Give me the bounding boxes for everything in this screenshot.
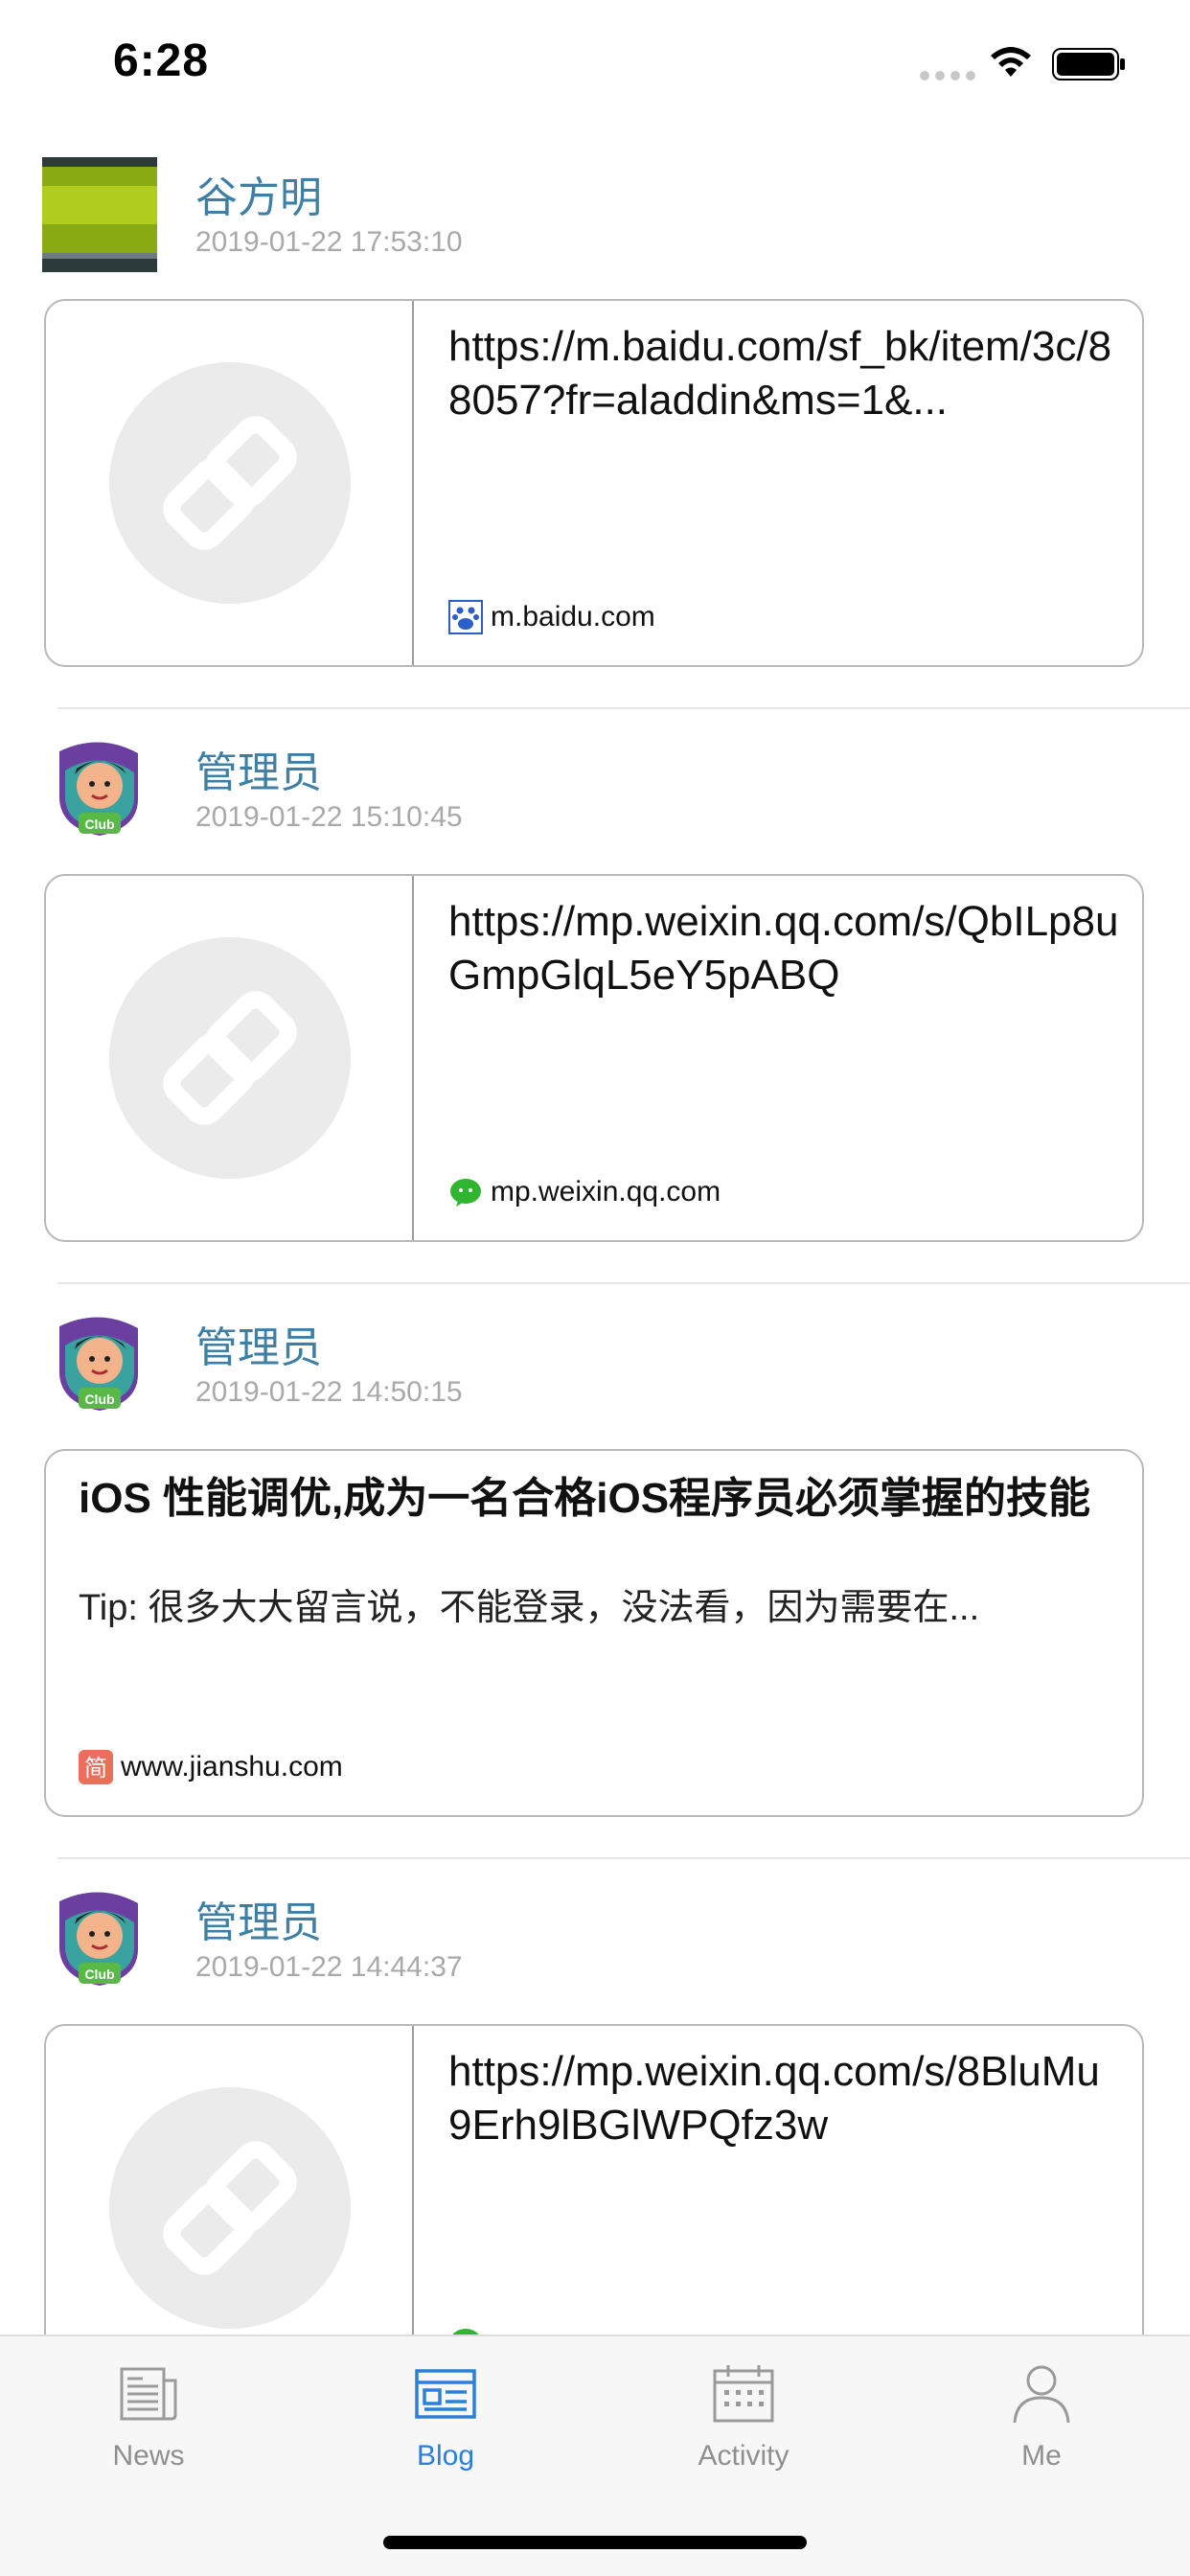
avatar[interactable]: Club [42, 732, 157, 847]
tab-news[interactable]: News [53, 2359, 244, 2472]
status-time: 6:28 [113, 35, 210, 86]
link-card[interactable]: https://mp.weixin.qq.com/s/QbILp8uGmpGlq… [44, 874, 1144, 1242]
link-url: https://mp.weixin.qq.com/s/QbILp8uGmpGlq… [448, 898, 1119, 999]
article-title: iOS 性能调优,成为一名合格iOS程序员必须掌握的技能 [79, 1475, 1091, 1522]
link-thumbnail [46, 2026, 414, 2334]
post-item[interactable]: Club 管理员 2019-01-22 14:50:15 iOS 性能调优,成为… [0, 1284, 1190, 1859]
post-timestamp: 2019-01-22 15:10:45 [195, 801, 463, 833]
post-timestamp: 2019-01-22 14:44:37 [195, 1951, 463, 1983]
post-timestamp: 2019-01-22 14:50:15 [195, 1376, 463, 1408]
blog-feed[interactable]: 谷方明 2019-01-22 17:53:10 https://m.baidu.… [0, 134, 1190, 2334]
author-name[interactable]: 管理员 [195, 1313, 322, 1374]
link-icon [163, 991, 297, 1125]
link-url: https://m.baidu.com/sf_bk/item/3c/88057?… [448, 323, 1112, 424]
author-name[interactable]: 谷方明 [195, 163, 322, 224]
link-thumbnail [46, 876, 414, 1240]
source-domain: mp.weixin.qq.com [491, 1176, 721, 1208]
tab-label: News [112, 2440, 185, 2472]
link-source: m.baidu.com [448, 600, 655, 634]
source-domain: m.baidu.com [491, 601, 655, 632]
person-icon [1013, 2365, 1070, 2424]
tab-label: Activity [698, 2440, 790, 2472]
tab-label: Me [1021, 2440, 1062, 2472]
link-card[interactable]: https://mp.weixin.qq.com/s/8BluMu9Erh9lB… [44, 2024, 1144, 2334]
link-icon [163, 2141, 297, 2275]
post-item[interactable]: Club 管理员 2019-01-22 15:10:45 https://mp.… [0, 709, 1190, 1284]
tab-label: Blog [416, 2440, 475, 2472]
svg-text:Club: Club [84, 816, 114, 832]
baidu-icon [448, 600, 483, 634]
svg-text:Club: Club [84, 1392, 114, 1407]
link-url: https://mp.weixin.qq.com/s/8BluMu9Erh9lB… [448, 2048, 1100, 2149]
link-source [448, 2325, 491, 2334]
blog-icon [415, 2369, 476, 2419]
cellular-signal-icon [920, 71, 975, 80]
link-source: mp.weixin.qq.com [448, 1175, 721, 1209]
tab-me[interactable]: Me [946, 2359, 1137, 2472]
link-icon [163, 416, 297, 550]
jianshu-icon: 简 [79, 1750, 113, 1784]
wechat-icon [450, 1179, 481, 1207]
article-card[interactable]: iOS 性能调优,成为一名合格iOS程序员必须掌握的技能 Tip: 很多大大留言… [44, 1449, 1144, 1817]
status-bar: 6:28 [0, 0, 1190, 134]
avatar[interactable]: Club [42, 1307, 157, 1422]
avatar[interactable] [42, 157, 157, 272]
svg-text:简: 简 [84, 1755, 107, 1782]
svg-text:Club: Club [84, 1966, 114, 1982]
calendar-icon [713, 2365, 774, 2423]
link-source: 简 www.jianshu.com [79, 1750, 343, 1784]
author-name[interactable]: 管理员 [195, 738, 322, 799]
newspaper-icon [120, 2367, 177, 2421]
author-name[interactable]: 管理员 [195, 1888, 322, 1949]
article-description: Tip: 很多大大留言说，不能登录，没法看，因为需要在... [79, 1588, 980, 1628]
avatar[interactable]: Club [42, 1882, 157, 1997]
post-item[interactable]: 谷方明 2019-01-22 17:53:10 https://m.baidu.… [0, 134, 1190, 709]
post-timestamp: 2019-01-22 17:53:10 [195, 226, 463, 258]
tab-blog[interactable]: Blog [350, 2359, 541, 2472]
tab-activity[interactable]: Activity [648, 2359, 839, 2472]
link-thumbnail [46, 301, 414, 665]
home-indicator [383, 2536, 807, 2549]
battery-icon [1052, 48, 1125, 80]
link-card[interactable]: https://m.baidu.com/sf_bk/item/3c/88057?… [44, 299, 1144, 667]
wechat-icon [452, 2329, 479, 2334]
post-item[interactable]: Club 管理员 2019-01-22 14:44:37 https://mp.… [0, 1859, 1190, 2334]
source-domain: www.jianshu.com [121, 1751, 343, 1782]
wifi-icon [991, 47, 1031, 77]
